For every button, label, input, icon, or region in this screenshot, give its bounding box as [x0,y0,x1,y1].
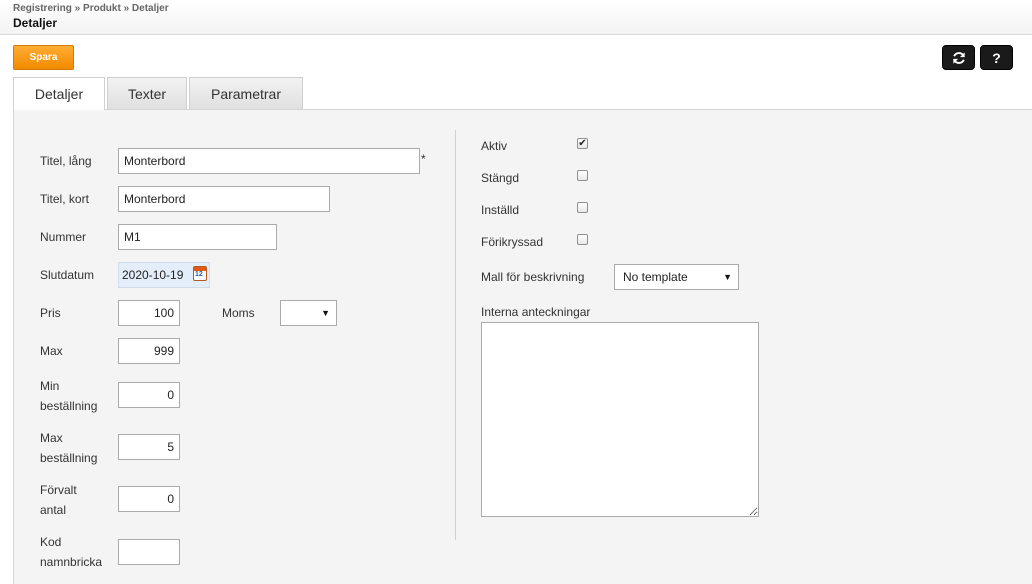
badge-code-label-line2: namnbricka [40,555,103,569]
notes-textarea[interactable] [481,322,759,517]
closed-label: Stängd [481,171,520,185]
max-order-label-line1: Max [40,431,63,445]
refresh-button[interactable] [942,45,975,70]
refresh-icon [952,51,965,64]
default-qty-label-line2: antal [40,503,67,517]
badge-code-input[interactable] [118,539,180,565]
preselected-checkbox[interactable] [577,234,588,245]
title-long-input[interactable] [118,148,420,174]
max-input[interactable] [118,338,180,364]
page-header: Registrering » Produkt » Detaljer Detalj… [0,0,1032,35]
vat-select[interactable]: ▼ [280,300,337,326]
column-divider [455,130,456,540]
breadcrumb[interactable]: Registrering » Produkt » Detaljer [13,3,169,14]
preselected-label: Förikryssad [481,235,544,249]
min-order-input[interactable] [118,382,180,408]
title-short-input[interactable] [118,186,330,212]
template-label: Mall för beskrivning [481,270,585,284]
vat-label: Moms [222,306,255,320]
calendar-icon[interactable] [193,266,207,281]
badge-code-label-line1: Kod [40,535,62,549]
min-order-label-line2: beställning [40,399,98,413]
end-date-label: Slutdatum [40,268,95,282]
tab-texter[interactable]: Texter [107,77,187,109]
active-checkbox[interactable]: ✔ [577,138,588,149]
price-input[interactable] [118,300,180,326]
default-qty-label-line1: Förvalt [40,483,77,497]
tab-parametrar[interactable]: Parametrar [189,77,303,109]
default-qty-input[interactable] [118,486,180,512]
max-order-input[interactable] [118,434,180,460]
active-label: Aktiv [481,139,508,153]
price-label: Pris [40,306,61,320]
cancelled-label: Inställd [481,203,520,217]
save-button[interactable]: Spara [13,45,74,70]
closed-checkbox[interactable] [577,170,588,181]
tab-detaljer[interactable]: Detaljer [13,77,105,110]
number-input[interactable] [118,224,277,250]
number-label: Nummer [40,230,87,244]
cancelled-checkbox[interactable] [577,202,588,213]
template-select[interactable]: No template ▼ [614,264,739,290]
help-button[interactable]: ? [980,45,1013,70]
page-title: Detaljer [13,16,58,30]
checkmark-icon: ✔ [578,138,587,149]
template-select-value: No template [623,270,688,284]
title-short-label: Titel, kort [40,192,89,206]
dropdown-arrow-icon: ▼ [723,272,732,282]
dropdown-arrow-icon: ▼ [321,308,330,318]
notes-label: Interna anteckningar [481,305,591,319]
min-order-label-line1: Min [40,379,60,393]
title-long-label: Titel, lång [40,154,92,168]
max-label: Max [40,344,63,358]
max-order-label-line2: beställning [40,451,98,465]
required-marker: * [421,152,426,166]
